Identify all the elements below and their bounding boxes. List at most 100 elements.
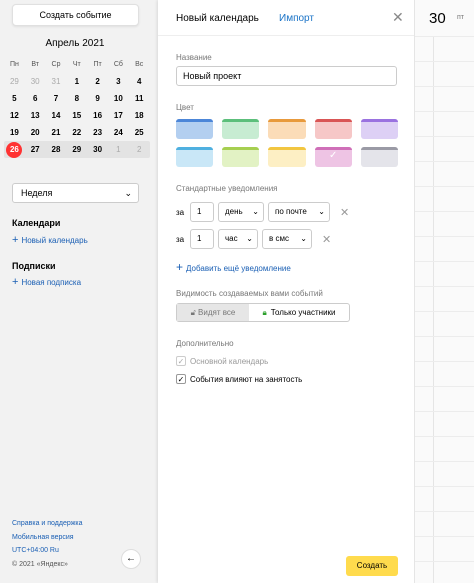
calendar-day[interactable]: 30: [25, 77, 46, 86]
day-weekday: пт: [457, 14, 464, 21]
calendar-day[interactable]: 4: [129, 77, 150, 86]
close-icon[interactable]: ✕: [392, 9, 404, 26]
calendar-day[interactable]: 17: [108, 111, 129, 120]
calendar-day[interactable]: 26: [4, 141, 25, 158]
calendar-day[interactable]: 3: [108, 77, 129, 86]
calendar-day[interactable]: 20: [25, 128, 46, 137]
visibility-members-label: Только участники: [270, 308, 336, 317]
calendar-day[interactable]: 13: [25, 111, 46, 120]
calendar-day[interactable]: 12: [4, 111, 25, 120]
divider: [433, 36, 434, 583]
hour-gridline: [415, 511, 474, 512]
calendar-day[interactable]: 2: [87, 77, 108, 86]
color-swatch[interactable]: [268, 119, 306, 139]
chevron-down-icon: ⌄: [124, 188, 132, 198]
calendar-day[interactable]: 6: [25, 94, 46, 103]
add-notification-link[interactable]: + Добавить ещё уведомление: [176, 260, 291, 274]
calendar-day[interactable]: 23: [87, 128, 108, 137]
color-swatch[interactable]: [222, 147, 260, 167]
weekday-label: Пт: [93, 61, 102, 68]
calendar-day[interactable]: 18: [129, 111, 150, 120]
remove-notification-icon[interactable]: ✕: [340, 206, 349, 219]
hour-gridline: [415, 436, 474, 437]
calendar-day[interactable]: 5: [4, 94, 25, 103]
month-title: Апрель 2021: [45, 38, 105, 49]
create-event-button[interactable]: Создать событие: [12, 4, 139, 26]
notification-channel-select[interactable]: в смс ⌄: [262, 229, 312, 249]
calendar-week: 26 27 28 29 30 1 2: [4, 141, 150, 158]
hour-gridline: [415, 411, 474, 412]
notifications-label: Стандартные уведомления: [176, 184, 278, 193]
visibility-label: Видимость создаваемых вами событий: [176, 289, 323, 298]
notification-unit-select[interactable]: час ⌄: [218, 229, 258, 249]
calendar-day[interactable]: 15: [66, 111, 87, 120]
remove-notification-icon[interactable]: ✕: [322, 233, 331, 246]
tab-import[interactable]: Импорт: [279, 13, 314, 24]
day-number: 30: [429, 10, 446, 27]
view-select[interactable]: Неделя ⌄: [12, 183, 139, 203]
notification-row: за 1 час ⌄ в смс ⌄ ✕: [176, 229, 331, 249]
unit-value: час: [225, 234, 238, 243]
hour-gridline: [415, 361, 474, 362]
calendar-day[interactable]: 29: [4, 77, 25, 86]
hour-gridline: [415, 486, 474, 487]
notification-amount-input[interactable]: 1: [190, 202, 214, 222]
calendar-day[interactable]: 1: [108, 145, 129, 154]
notification-amount-input[interactable]: 1: [190, 229, 214, 249]
weekday-label: Вт: [31, 61, 40, 68]
calendar-day[interactable]: 7: [46, 94, 67, 103]
calendar-name-input[interactable]: Новый проект: [176, 66, 397, 86]
calendar-day[interactable]: 30: [87, 145, 108, 154]
calendar-day[interactable]: 24: [108, 128, 129, 137]
weekday-header: Пн Вт Ср Чт Пт Сб Вс: [4, 56, 150, 73]
color-swatch[interactable]: [360, 147, 399, 167]
color-swatch[interactable]: [268, 147, 306, 167]
color-swatch[interactable]: ✓: [314, 147, 352, 167]
calendar-day[interactable]: 8: [66, 94, 87, 103]
visibility-all-option[interactable]: 🔓︎ Видят все: [177, 304, 249, 321]
collapse-back-button[interactable]: ←: [121, 549, 141, 569]
help-link[interactable]: Справка и поддержка: [12, 520, 83, 527]
calendar-day[interactable]: 27: [25, 145, 46, 154]
calendar-day[interactable]: 16: [87, 111, 108, 120]
calendar-day[interactable]: 21: [46, 128, 67, 137]
calendar-day[interactable]: 9: [87, 94, 108, 103]
hour-gridline: [415, 111, 474, 112]
color-swatch[interactable]: [176, 147, 214, 167]
calendar-day[interactable]: 2: [129, 145, 150, 154]
calendar-day[interactable]: 14: [46, 111, 67, 120]
visibility-members-option[interactable]: 🔒︎ Только участники: [249, 304, 349, 321]
create-button[interactable]: Создать: [346, 556, 398, 576]
main-calendar-checkbox-row[interactable]: ✓ Основной календарь: [176, 356, 268, 366]
calendar-day[interactable]: 31: [46, 77, 67, 86]
color-swatch[interactable]: [176, 119, 214, 139]
calendar-day[interactable]: 10: [108, 94, 129, 103]
checkbox-checked[interactable]: ✓: [176, 374, 186, 384]
mobile-version-link[interactable]: Мобильная версия: [12, 534, 74, 541]
checkbox-disabled[interactable]: ✓: [176, 356, 186, 366]
color-swatch[interactable]: [360, 119, 399, 139]
weekday-label: Пн: [9, 61, 19, 68]
calendar-day[interactable]: 22: [66, 128, 87, 137]
calendar-day[interactable]: 11: [129, 94, 150, 103]
notification-unit-select[interactable]: день ⌄: [218, 202, 264, 222]
calendar-day[interactable]: 25: [129, 128, 150, 137]
new-subscription-link[interactable]: + Новая подписка: [12, 276, 81, 288]
hour-gridline: [415, 336, 474, 337]
new-calendar-link[interactable]: + Новый календарь: [12, 234, 88, 246]
color-swatch[interactable]: [222, 119, 260, 139]
calendar-day[interactable]: 29: [66, 145, 87, 154]
hour-gridline: [415, 236, 474, 237]
tab-new-calendar[interactable]: Новый календарь: [176, 13, 259, 24]
affects-busy-checkbox-row[interactable]: ✓ События влияют на занятость: [176, 374, 302, 384]
unlock-icon: 🔓︎: [190, 308, 196, 317]
calendar-day[interactable]: 28: [46, 145, 67, 154]
mini-calendar: Пн Вт Ср Чт Пт Сб Вс 29 30 31 1 2 3 4 5 6 7 8 9 10 11 12 13 14 1…: [4, 56, 150, 158]
timezone-language[interactable]: UTC+04:00 Ru: [12, 547, 59, 554]
calendar-day[interactable]: 1: [66, 77, 87, 86]
notification-channel-select[interactable]: по почте ⌄: [268, 202, 330, 222]
calendar-day[interactable]: 19: [4, 128, 25, 137]
check-icon: ✓: [329, 150, 338, 161]
color-swatch[interactable]: [314, 119, 352, 139]
swatch-top: [268, 147, 306, 150]
